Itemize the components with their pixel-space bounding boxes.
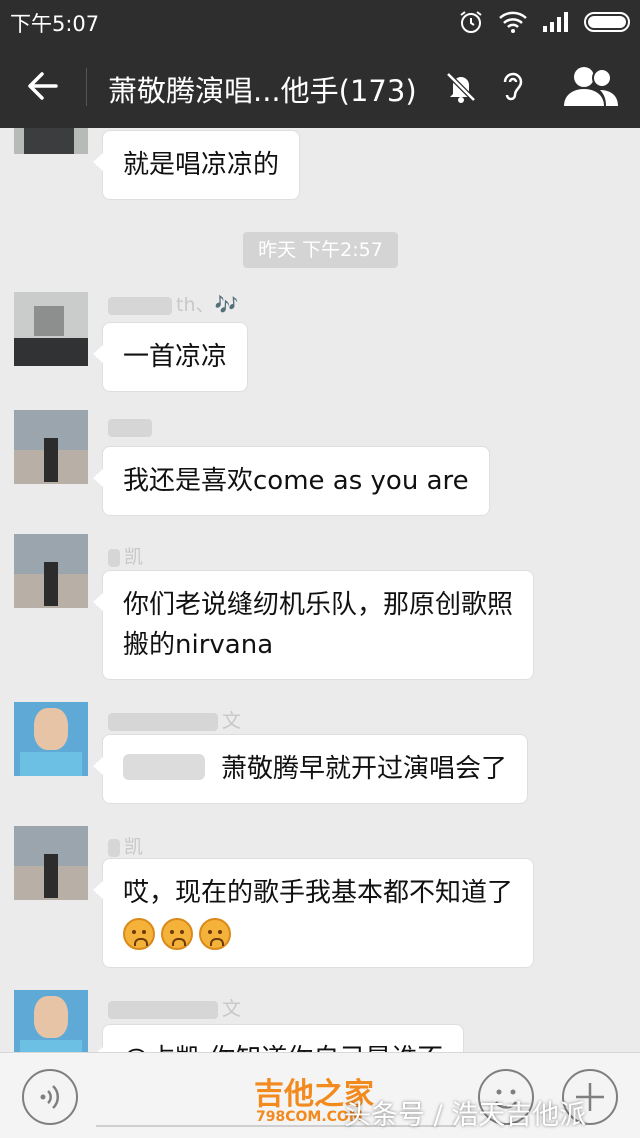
battery-icon: [584, 12, 630, 32]
message-bubble[interactable]: @占凯 你知道你自己是谁不: [92, 1024, 465, 1052]
message-bubble[interactable]: 你们老说缝纫机乐队，那原创歌照 搬的nirvana: [92, 570, 535, 680]
sender-name: [108, 416, 156, 442]
input-bar: 吉他之家 798COM.COM 头条号 / 浩天吉他派: [0, 1052, 640, 1138]
sender-name: 文: [108, 994, 241, 1020]
sad-face-emoji: [199, 917, 231, 950]
status-time: 下午5:07: [10, 12, 100, 36]
status-icons: [458, 8, 630, 36]
avatar[interactable]: [14, 826, 88, 900]
sender-name: 凯: [108, 542, 143, 568]
avatar[interactable]: [14, 292, 88, 366]
status-bar: 下午5:07: [0, 0, 640, 44]
signal-icon: [543, 12, 568, 32]
sad-face-emoji: [161, 917, 193, 950]
arrow-left-icon[interactable]: [22, 66, 64, 106]
sender-name: th、🎶: [108, 290, 238, 316]
chat-title: 萧敬腾演唱...他手(173): [108, 74, 417, 108]
group-members-icon[interactable]: [560, 64, 622, 108]
voice-icon: [40, 1085, 60, 1109]
sender-name: 凯: [108, 832, 143, 858]
message-text: 萧敬腾早就开过演唱会了: [221, 754, 508, 784]
sad-face-emoji: [123, 917, 155, 950]
chat-header: 萧敬腾演唱...他手(173): [0, 44, 640, 128]
message-text: 一首凉凉: [123, 342, 228, 372]
message-list[interactable]: 就是唱凉凉的 昨天 下午2:57 th、🎶 一首凉凉 我还是喜欢come as …: [0, 128, 640, 1052]
message-text-line: 哎，现在的歌手我基本都不知道了: [123, 878, 514, 908]
avatar[interactable]: [14, 410, 88, 484]
message-bubble[interactable]: 就是唱凉凉的: [92, 130, 301, 200]
message-bubble[interactable]: 一首凉凉: [92, 322, 249, 392]
message-text: 我还是喜欢come as you are: [123, 466, 469, 496]
alarm-icon: [460, 11, 482, 33]
mention-tag: [123, 754, 205, 780]
message-timestamp: 昨天 下午2:57: [243, 232, 398, 268]
emoji-row: [123, 913, 513, 953]
sender-name: 文: [108, 706, 241, 732]
voice-button[interactable]: [22, 1069, 78, 1125]
message-text: 就是唱凉凉的: [123, 150, 280, 180]
mute-bell-icon: [446, 72, 476, 103]
watermark-text: 头条号 / 浩天吉他派: [344, 1100, 587, 1131]
avatar[interactable]: [14, 702, 88, 776]
message-bubble[interactable]: 萧敬腾早就开过演唱会了: [92, 734, 529, 804]
message-text: @占凯 你知道你自己是谁不: [123, 1044, 443, 1052]
message-bubble[interactable]: 我还是喜欢come as you are: [93, 446, 490, 516]
message-text-line: 搬的nirvana: [123, 630, 274, 660]
avatar[interactable]: [14, 534, 88, 608]
message-text-line: 你们老说缝纫机乐队，那原创歌照: [123, 590, 514, 620]
earpiece-icon[interactable]: [496, 68, 530, 106]
wifi-icon: [499, 11, 527, 33]
avatar[interactable]: [14, 128, 88, 154]
avatar[interactable]: [14, 990, 88, 1052]
message-bubble[interactable]: 哎，现在的歌手我基本都不知道了: [92, 858, 535, 968]
header-divider: [86, 68, 87, 106]
